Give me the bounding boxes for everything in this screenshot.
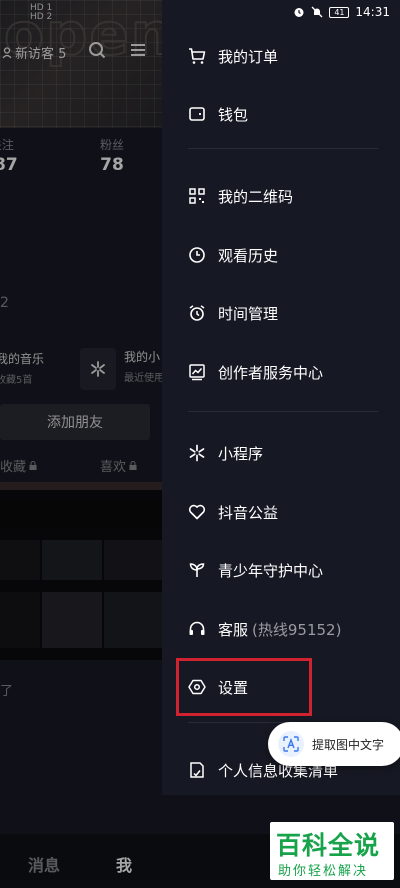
battery-indicator: 41 — [329, 6, 350, 18]
status-time: 14:31 — [355, 5, 390, 19]
menu-item-wallet[interactable]: 钱包 — [188, 99, 248, 129]
info-list-icon — [190, 762, 204, 778]
alarm-status-icon — [294, 8, 304, 17]
wallet-icon — [189, 107, 205, 121]
hotline-label: (热线95152) — [252, 620, 342, 639]
menu-item-label: 钱包 — [218, 105, 249, 124]
text-scan-icon — [278, 731, 304, 757]
extract-text-button[interactable]: 提取图中文字 — [268, 722, 400, 766]
menu-item-history[interactable]: 观看历史 — [188, 240, 278, 270]
status-bar-right: 41 14:31 — [293, 5, 390, 19]
cart-icon — [189, 48, 206, 64]
menu-divider — [188, 148, 378, 149]
alarm-icon — [189, 305, 205, 321]
watermark-logo: 百科全说 助你轻松解决 — [270, 822, 394, 880]
settings-highlight-box — [176, 658, 312, 716]
menu-item-label: 我的订单 — [218, 47, 279, 66]
chart-icon — [189, 364, 205, 381]
menu-item-customer-service[interactable]: 客服 (热线95152) — [188, 614, 341, 644]
headset-icon — [189, 621, 205, 635]
menu-item-label: 客服 — [218, 620, 249, 639]
qrcode-icon — [189, 188, 205, 204]
menu-item-label: 观看历史 — [218, 246, 279, 265]
menu-item-label: 时间管理 — [218, 304, 279, 323]
menu-item-youth-protection[interactable]: 青少年守护中心 — [188, 555, 323, 585]
menu-item-creator-center[interactable]: 创作者服务中心 — [188, 357, 323, 387]
menu-item-orders[interactable]: 我的订单 — [188, 41, 278, 71]
asterisk-icon — [189, 444, 205, 462]
clock-icon — [189, 247, 205, 263]
menu-item-qrcode[interactable]: 我的二维码 — [188, 181, 293, 211]
menu-item-charity[interactable]: 抖音公益 — [188, 497, 278, 527]
menu-item-label: 创作者服务中心 — [218, 363, 324, 382]
menu-item-label: 我的二维码 — [218, 187, 294, 206]
menu-divider — [188, 411, 378, 412]
menu-item-label: 小程序 — [218, 444, 264, 463]
sprout-icon — [189, 563, 205, 577]
heart-icon — [188, 504, 206, 520]
menu-item-label: 青少年守护中心 — [218, 561, 324, 580]
watermark-subtitle: 助你轻松解决 — [278, 864, 369, 879]
menu-item-label: 抖音公益 — [218, 503, 279, 522]
watermark-title: 百科全说 — [276, 831, 381, 860]
mute-bell-icon — [311, 6, 323, 18]
menu-item-mini-program[interactable]: 小程序 — [188, 438, 263, 468]
menu-item-time-management[interactable]: 时间管理 — [188, 298, 278, 328]
extract-text-label: 提取图中文字 — [312, 737, 385, 752]
